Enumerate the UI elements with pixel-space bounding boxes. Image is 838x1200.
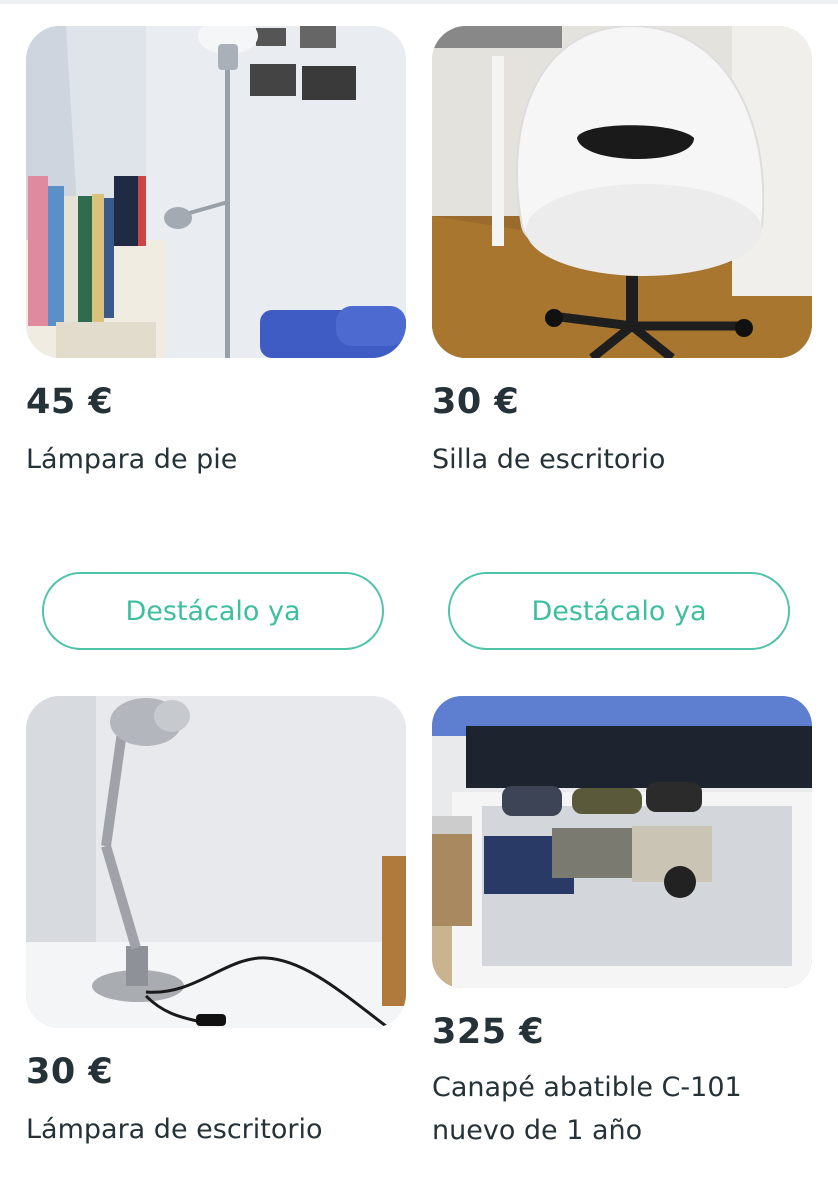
listing-title-line-2: nuevo de 1 año [432,1115,643,1146]
listing-photo-desk-lamp[interactable] [26,696,406,1028]
listing-photo-floor-lamp[interactable] [26,26,406,358]
listing-card-storage-bed[interactable]: 325 € Canapé abatible C-101 nuevo de 1 a… [432,696,814,1176]
listing-price: 30 € [432,382,520,422]
listing-title-line-1: Canapé abatible C-101 [432,1072,742,1103]
listing-card-desk-chair[interactable]: 30 € Silla de escritorio Destácalo ya [432,26,814,666]
listing-title: Lámpara de pie [26,444,238,475]
desk-chair-photo [432,26,812,358]
storage-bed-photo [432,696,812,988]
listing-card-floor-lamp[interactable]: 45 € Lámpara de pie Destácalo ya [26,26,408,666]
listing-title: Lámpara de escritorio [26,1114,323,1145]
listing-photo-desk-chair[interactable] [432,26,812,358]
listing-price: 30 € [26,1052,114,1092]
top-divider [0,0,838,4]
listing-price: 325 € [432,1012,545,1052]
listing-price: 45 € [26,382,114,422]
listing-card-desk-lamp[interactable]: 30 € Lámpara de escritorio [26,696,408,1176]
highlight-button[interactable]: Destácalo ya [448,572,790,650]
highlight-button[interactable]: Destácalo ya [42,572,384,650]
listing-photo-storage-bed[interactable] [432,696,812,988]
floor-lamp-photo [26,26,406,358]
desk-lamp-photo [26,696,406,1028]
listing-title: Silla de escritorio [432,444,666,475]
